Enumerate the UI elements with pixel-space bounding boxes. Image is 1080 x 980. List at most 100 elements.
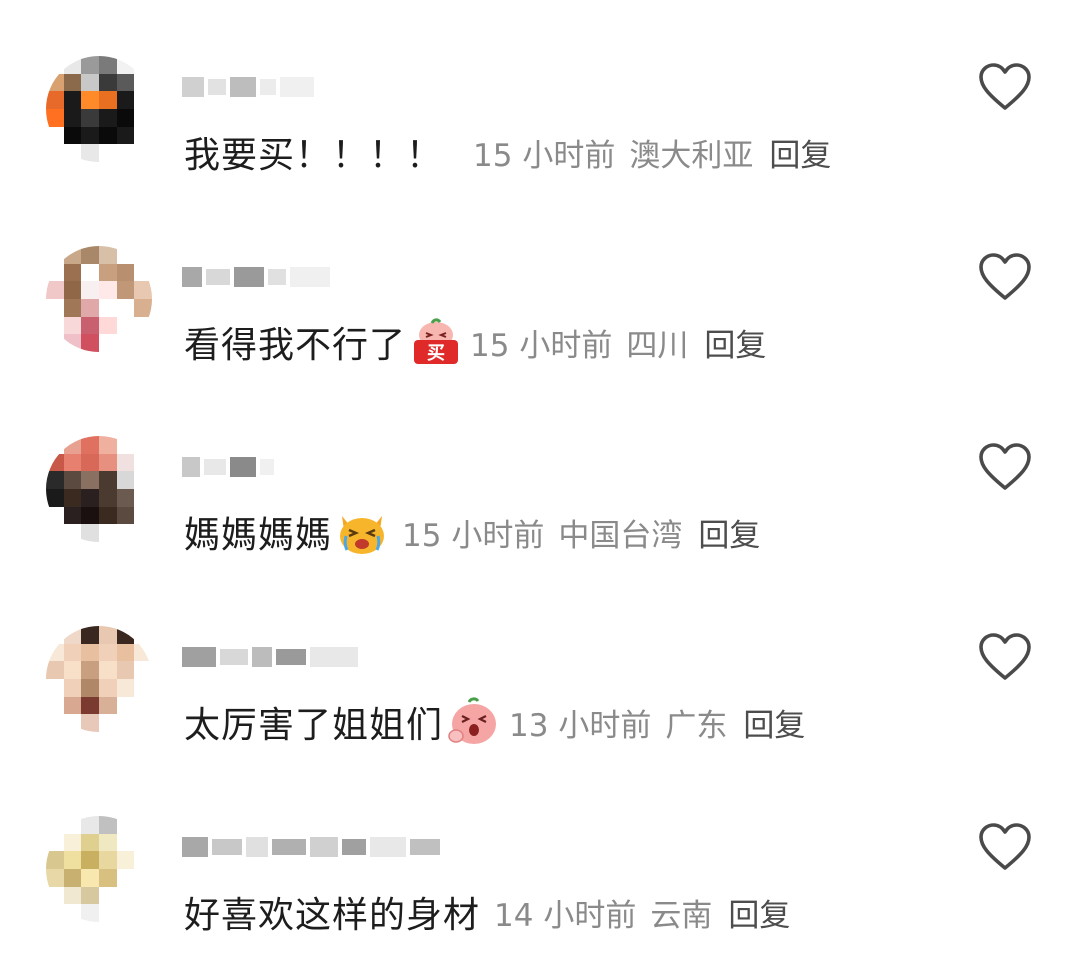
avatar-pixel	[46, 471, 64, 489]
reply-button[interactable]: 回复	[704, 320, 766, 365]
reply-button[interactable]: 回复	[728, 890, 790, 935]
avatar-pixel	[81, 73, 99, 92]
avatar-pixel	[46, 696, 64, 715]
avatar-pixel	[116, 73, 135, 92]
avatar[interactable]	[46, 816, 152, 922]
avatar-pixel	[81, 246, 99, 264]
avatar-pixel	[46, 886, 64, 905]
avatar-pixel	[116, 246, 135, 264]
avatar-pixel	[98, 126, 117, 145]
heart-outline-icon[interactable]	[978, 252, 1032, 302]
avatar-pixel	[63, 471, 82, 489]
username-pixelated[interactable]	[182, 830, 444, 864]
avatar-pixel	[116, 851, 135, 869]
comment-location: 中国台湾	[558, 517, 683, 554]
avatar-pixel	[116, 868, 135, 887]
username-pixel	[212, 839, 242, 855]
avatar-pixel	[63, 868, 82, 887]
avatar-pixel	[81, 696, 99, 715]
comment-line: 媽媽媽媽 15 小时前 中国台湾 回复	[184, 504, 760, 560]
avatar-pixel	[134, 108, 152, 127]
avatar-pixel	[46, 453, 64, 472]
avatar-pixel	[116, 524, 135, 542]
avatar-pixel	[81, 263, 99, 282]
avatar-pixel	[81, 91, 99, 109]
avatar-pixel	[46, 816, 64, 834]
avatar-pixel	[63, 904, 82, 922]
avatar-pixel	[134, 453, 152, 472]
avatar-pixel	[116, 506, 135, 525]
avatar[interactable]	[46, 246, 152, 352]
avatar-pixel	[81, 626, 99, 644]
avatar-pixel	[134, 126, 152, 145]
avatar-pixel	[81, 714, 99, 732]
avatar-pixel	[46, 488, 64, 507]
avatar-pixel	[46, 126, 64, 145]
avatar-pixel	[63, 91, 82, 109]
avatar-pixel	[116, 904, 135, 922]
avatar[interactable]	[46, 626, 152, 732]
avatar-pixel	[98, 524, 117, 542]
avatar-pixel	[116, 263, 135, 282]
avatar-pixel	[63, 833, 82, 852]
heart-outline-icon[interactable]	[978, 632, 1032, 682]
avatar-pixel	[116, 626, 135, 644]
username-pixel	[260, 459, 274, 475]
heart-outline-icon[interactable]	[978, 442, 1032, 492]
username-pixelated[interactable]	[182, 640, 362, 674]
avatar-pixel	[81, 488, 99, 507]
comment-time: 13 小时前	[509, 707, 652, 744]
username-pixel	[230, 457, 256, 477]
avatar-pixel	[63, 643, 82, 662]
avatar-pixel	[98, 316, 117, 335]
avatar-pixel	[63, 263, 82, 282]
avatar-pixel	[134, 696, 152, 715]
comment-item: 媽媽媽媽 15 小时前 中国台湾 回复	[0, 380, 1080, 570]
avatar-pixel	[98, 298, 117, 317]
avatar-pixel	[116, 471, 135, 489]
avatar-pixel	[63, 816, 82, 834]
avatar-pixel	[134, 851, 152, 869]
avatar-pixel	[46, 904, 64, 922]
avatar-pixel	[134, 91, 152, 109]
svg-text:买: 买	[427, 343, 445, 364]
avatar-pixel	[81, 144, 99, 162]
shocked-peach-sticker-icon	[448, 697, 497, 744]
avatar-pixel	[81, 298, 99, 317]
avatar-pixel	[98, 678, 117, 697]
username-pixel	[268, 269, 286, 285]
username-pixel	[206, 269, 230, 285]
avatar-pixel	[98, 436, 117, 454]
avatar-pixel	[63, 73, 82, 92]
comment-location: 云南	[650, 897, 713, 934]
avatar-pixel	[81, 436, 99, 454]
avatar-pixel	[46, 108, 64, 127]
avatar-pixel	[98, 868, 117, 887]
avatar[interactable]	[46, 436, 152, 542]
comment-text: 看得我不行了	[184, 325, 407, 366]
avatar-pixel	[63, 246, 82, 264]
username-pixel	[246, 837, 268, 857]
username-pixelated[interactable]	[182, 450, 312, 484]
avatar-pixel	[81, 506, 99, 525]
heart-outline-icon[interactable]	[978, 822, 1032, 872]
username-pixelated[interactable]	[182, 260, 334, 294]
username-pixel	[252, 647, 272, 667]
avatar-pixel	[98, 281, 117, 299]
avatar-pixel	[81, 661, 99, 679]
avatar-pixel	[81, 453, 99, 472]
reply-button[interactable]: 回复	[769, 130, 831, 175]
avatar-pixel	[81, 471, 99, 489]
username-pixelated[interactable]	[182, 70, 318, 104]
avatar[interactable]	[46, 56, 152, 162]
comment-line: 太厉害了姐姐们 13 小时前 广东 回复	[184, 694, 805, 750]
avatar-pixel	[63, 453, 82, 472]
reply-button[interactable]: 回复	[743, 700, 805, 745]
avatar-pixel	[134, 144, 152, 162]
username-pixel	[204, 459, 226, 475]
avatar-pixel	[46, 316, 64, 335]
reply-button[interactable]: 回复	[698, 510, 760, 555]
avatar-pixel	[46, 506, 64, 525]
heart-outline-icon[interactable]	[978, 62, 1032, 112]
avatar-pixel	[63, 56, 82, 74]
